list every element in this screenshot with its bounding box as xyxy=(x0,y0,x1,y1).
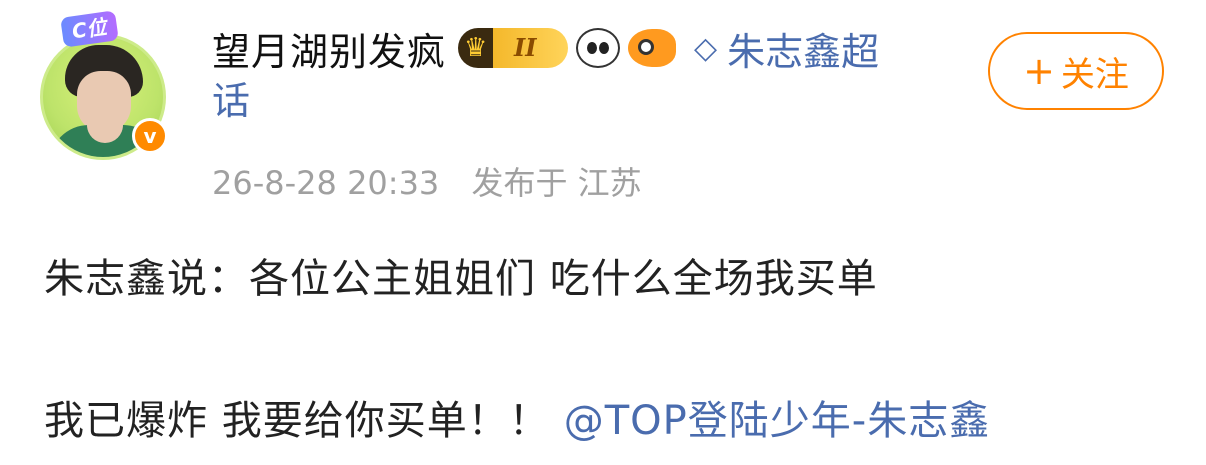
diamond-icon: ◇ xyxy=(694,30,718,66)
header-line: 望月湖别发疯 ♛ II ◇ 朱志鑫超 xyxy=(212,22,972,74)
super-topic-link[interactable]: 朱志鑫超 xyxy=(727,21,879,76)
crown-icon: ♛ xyxy=(464,33,488,63)
username[interactable]: 望月湖别发疯 xyxy=(212,21,446,76)
plus-icon: + xyxy=(1023,49,1055,93)
weibo-post: C位 v 望月湖别发疯 ♛ II ◇ 朱志鑫超 话 26-8-28 20:33 … xyxy=(0,0,1206,465)
follow-label: 关注 xyxy=(1060,54,1129,95)
avatar[interactable]: C位 v xyxy=(40,10,176,160)
fish-icon[interactable] xyxy=(628,29,677,67)
post-text-line-2: 我已爆炸 我要给你买单！！ @TOP登陆少年-朱志鑫 xyxy=(44,388,1184,446)
post-text-line-1: 朱志鑫说：各位公主姐姐们 吃什么全场我买单 xyxy=(44,256,878,302)
post-header: 望月湖别发疯 ♛ II ◇ 朱志鑫超 话 26-8-28 20:33 发布于 江… xyxy=(212,22,972,204)
post-content: 朱志鑫说：各位公主姐姐们 吃什么全场我买单 我已爆炸 我要给你买单！！ @TOP登… xyxy=(44,246,1184,446)
panda-icon[interactable] xyxy=(576,28,621,68)
verified-v-icon: v xyxy=(132,118,168,154)
crown-level-icon[interactable]: ♛ II xyxy=(458,28,569,68)
level-label: II xyxy=(514,33,537,62)
mention-link[interactable]: @TOP登陆少年-朱志鑫 xyxy=(564,398,990,444)
timestamp: 26-8-28 20:33 xyxy=(212,164,440,202)
follow-button[interactable]: + 关注 xyxy=(988,32,1164,110)
post-meta: 26-8-28 20:33 发布于 江苏 xyxy=(212,158,972,204)
post-text: 我已爆炸 我要给你买单！！ xyxy=(44,398,550,444)
location: 发布于 江苏 xyxy=(471,164,642,202)
super-topic-link-cont[interactable]: 话 xyxy=(212,74,972,128)
